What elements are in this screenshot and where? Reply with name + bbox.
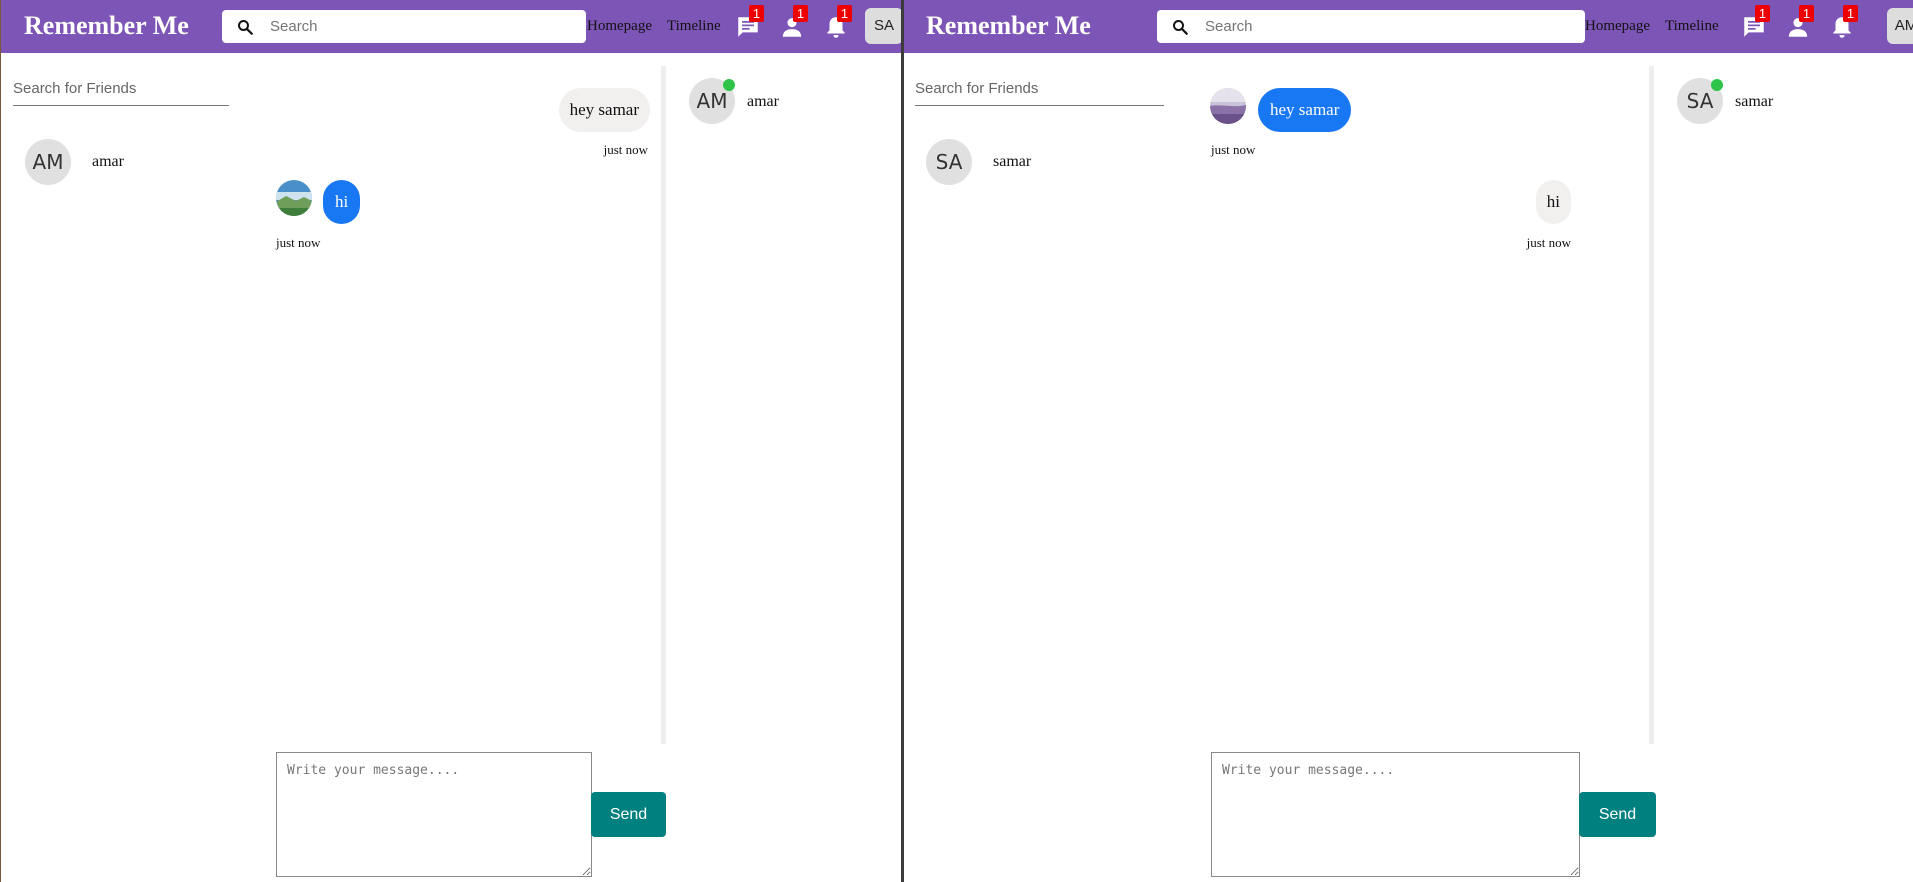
online-status-dot — [1711, 79, 1723, 91]
online-friend-name: samar — [1735, 93, 1774, 110]
top-navbar: Remember Me Homepage Timeline 1 1 1 AM — [904, 0, 1913, 53]
friend-requests-icon[interactable]: 1 — [1785, 5, 1814, 40]
message-bubble: hey samar — [1258, 88, 1352, 132]
right-browser-window: Remember Me Homepage Timeline 1 1 1 AM S… — [904, 0, 1913, 882]
left-browser-window: Remember Me Homepage Timeline 1 1 1 SA A… — [0, 0, 901, 882]
friend-requests-icon[interactable]: 1 — [779, 5, 808, 40]
app-logo[interactable]: Remember Me — [926, 11, 1091, 41]
messages-icon[interactable]: 1 — [1741, 5, 1770, 40]
chat-online-divider — [1649, 66, 1654, 744]
lavender-photo — [1210, 88, 1246, 124]
friend-list-item[interactable]: SA samar — [926, 139, 1146, 187]
message-timestamp: just now — [276, 235, 321, 250]
chat-online-divider — [661, 66, 666, 744]
avatar: SA — [926, 139, 972, 185]
global-search-input[interactable] — [270, 10, 525, 43]
search-icon — [236, 18, 254, 36]
landscape-photo — [276, 180, 312, 216]
friend-requests-badge: 1 — [793, 5, 808, 22]
app-logo[interactable]: Remember Me — [24, 11, 189, 41]
global-search-input[interactable] — [1205, 10, 1505, 43]
nav-homepage-link[interactable]: Homepage — [587, 18, 652, 35]
online-friend[interactable]: AM — [689, 78, 735, 124]
friend-name: samar — [993, 153, 1032, 170]
friend-search-input[interactable] — [915, 72, 1164, 106]
avatar: AM — [25, 139, 71, 185]
top-navbar: Remember Me Homepage Timeline 1 1 1 SA — [1, 0, 901, 53]
nav-timeline-link[interactable]: Timeline — [667, 18, 721, 35]
send-button[interactable]: Send — [1579, 792, 1656, 837]
messages-badge: 1 — [749, 5, 764, 22]
message-bubble: hey samar — [558, 88, 650, 132]
friend-search-input[interactable] — [13, 72, 229, 106]
user-avatar[interactable]: AM — [1887, 8, 1913, 44]
messages-badge: 1 — [1755, 5, 1770, 22]
search-icon — [1171, 18, 1189, 36]
message-timestamp: just now — [1526, 235, 1571, 250]
message-input[interactable] — [276, 752, 592, 877]
notifications-badge: 1 — [837, 5, 852, 22]
notifications-icon[interactable]: 1 — [823, 5, 852, 40]
online-friend[interactable]: SA — [1677, 78, 1723, 124]
friend-list-item[interactable]: AM amar — [25, 139, 225, 187]
message-timestamp: just now — [603, 142, 648, 157]
notifications-icon[interactable]: 1 — [1829, 5, 1858, 40]
notifications-badge: 1 — [1843, 5, 1858, 22]
message-timestamp: just now — [1211, 142, 1256, 157]
global-search — [1157, 10, 1585, 43]
message-input[interactable] — [1211, 752, 1580, 877]
messages-icon[interactable]: 1 — [735, 5, 764, 40]
nav-homepage-link[interactable]: Homepage — [1585, 18, 1650, 35]
message-bubble: hi — [323, 180, 361, 224]
user-avatar[interactable]: SA — [865, 8, 901, 44]
online-friend-name: amar — [747, 93, 779, 110]
send-button[interactable]: Send — [591, 792, 666, 837]
message-bubble: hi — [1535, 180, 1571, 224]
global-search — [222, 10, 586, 43]
nav-timeline-link[interactable]: Timeline — [1665, 18, 1719, 35]
friend-requests-badge: 1 — [1799, 5, 1814, 22]
friend-name: amar — [92, 153, 124, 170]
online-status-dot — [723, 79, 735, 91]
